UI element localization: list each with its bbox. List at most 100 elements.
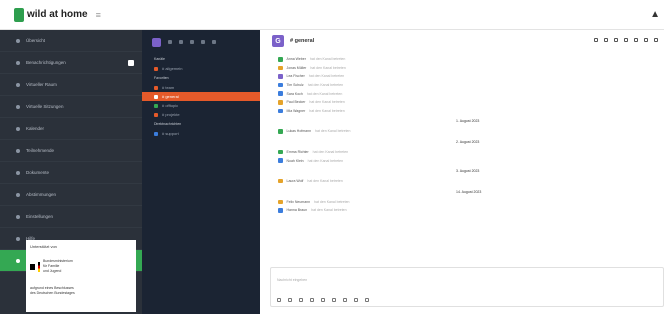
top-bar: wild at home ≡ ▲ [0,0,664,30]
brand-name: wild at home [27,9,88,20]
search-icon[interactable] [179,40,183,44]
date-separator: 2. August 2023 [456,139,480,144]
avatar[interactable] [278,91,283,96]
nav-item-votes[interactable]: Abstimmungen [0,184,142,206]
date-separator: 1. August 2023 [456,119,480,124]
message-row: Sara Koch hat den Kanal betreten [278,89,664,98]
bell-icon [16,60,20,65]
call-icon[interactable] [594,38,598,42]
channel-icon [154,85,158,90]
room-icon [16,82,20,87]
search-icon[interactable] [624,38,628,42]
nav-item-documents[interactable]: Dokumente [0,162,142,184]
sponsor-line: und Jugend [43,269,62,273]
chat-icon [16,258,20,263]
nav-item-notifications[interactable]: Benachrichtigungen [0,52,142,74]
compose-icon[interactable] [212,40,216,44]
nav-item-overview[interactable]: Übersicht [0,30,142,52]
notification-badge [128,59,134,66]
plus-icon[interactable] [365,298,369,302]
code-icon[interactable] [321,298,325,302]
threads-icon[interactable] [604,38,608,42]
sponsor-note: aufgrund eines Beschlusses des Deutschen… [30,286,75,295]
message-row: Anna Weber hat den Kanal betreten [278,55,664,64]
avatar[interactable] [278,178,283,184]
app-logo-icon[interactable] [14,7,24,22]
avatar[interactable] [278,57,283,62]
people-icon [16,148,20,153]
channel-item[interactable]: # support [142,129,260,138]
overview-icon [16,38,20,43]
bold-icon[interactable] [288,298,292,302]
date-separator: 14. August 2023 [456,189,482,194]
avatar[interactable] [278,100,283,105]
avatar[interactable] [278,208,283,213]
user-avatar[interactable] [152,37,161,47]
gear-icon [16,214,20,219]
flag-stripe-icon [38,261,40,272]
message-row: Lukas Hofmann hat den Kanal betreten [278,127,664,136]
kebab-menu-icon[interactable] [654,38,658,42]
user-icon[interactable]: ▲ [650,9,660,20]
avatar[interactable] [278,149,283,155]
avatar[interactable] [278,65,283,71]
nav-item-participants[interactable]: Teilnehmende [0,140,142,162]
link-icon[interactable] [332,298,336,302]
message-row: Hanna Braun hat den Kanal betreten [278,206,664,215]
section-label: Favoriten [154,76,169,80]
sponsor-title: Unterstützt von [30,244,57,249]
directory-icon[interactable] [190,40,194,44]
video-icon [16,104,20,109]
home-icon[interactable] [168,40,172,44]
section-label: Direktnachrichten [154,122,182,126]
channel-icon [154,66,158,71]
channel-icon [154,103,158,108]
room-title[interactable]: # general [290,38,314,44]
message-row: Jonas Müller hat den Kanal betreten [278,64,664,73]
italic-icon[interactable] [299,298,303,302]
eagle-logo-icon [30,263,35,270]
format-toolbar [277,298,369,302]
message-row: Noah Klein hat den Kanal betreten [278,156,664,165]
star-icon[interactable] [644,38,648,42]
vote-icon [16,192,20,197]
date-separator: 3. August 2023 [456,168,480,173]
info-icon[interactable] [614,38,618,42]
message-row: Paul Becker hat den Kanal betreten [278,98,664,107]
hamburger-icon[interactable]: ≡ [96,10,101,20]
message-composer[interactable]: Nachricht eingeben [270,267,664,307]
sponsor-box: Unterstützt von Bundesministerium für Fa… [26,240,136,312]
attach-icon[interactable] [354,298,358,302]
channel-item[interactable]: # allgemein [142,64,260,73]
channel-item-active[interactable]: # general [142,92,260,101]
nav-item-sessions[interactable]: Virtuelle Sitzungen [0,96,142,118]
avatar[interactable] [278,129,283,134]
nav-item-settings[interactable]: Einstellungen [0,206,142,228]
avatar[interactable] [278,82,283,88]
emoji-icon[interactable] [277,298,281,302]
sort-icon[interactable] [201,40,205,44]
mic-icon[interactable] [343,298,347,302]
nav-item-calendar[interactable]: Kalender [0,118,142,140]
message-input[interactable]: Nachricht eingeben [271,268,663,292]
message-row: Tim Schulz hat den Kanal betreten [278,81,664,90]
room-header: G # general [260,30,664,52]
document-icon [16,170,20,175]
channel-item[interactable]: # offtopic [142,101,260,110]
avatar[interactable] [278,199,283,205]
channel-icon [154,112,158,117]
channel-icon [154,94,158,99]
avatar[interactable] [278,158,283,163]
message-row: Laura Wolf hat den Kanal betreten [278,177,664,186]
avatar[interactable] [278,74,283,79]
message-row: Emma Richter hat den Kanal betreten [278,148,664,157]
message-row: Felix Neumann hat den Kanal betreten [278,198,664,207]
avatar[interactable] [278,108,283,114]
channel-item[interactable]: # team [142,83,260,92]
channel-item[interactable]: # projekte [142,110,260,119]
chat-main: G # general Anna Weber hat den Kanal betr… [260,30,664,314]
strike-icon[interactable] [310,298,314,302]
mention-icon[interactable] [634,38,638,42]
message-row: Mia Wagner hat den Kanal betreten [278,107,664,116]
nav-item-virtual-room[interactable]: Virtueller Raum [0,74,142,96]
